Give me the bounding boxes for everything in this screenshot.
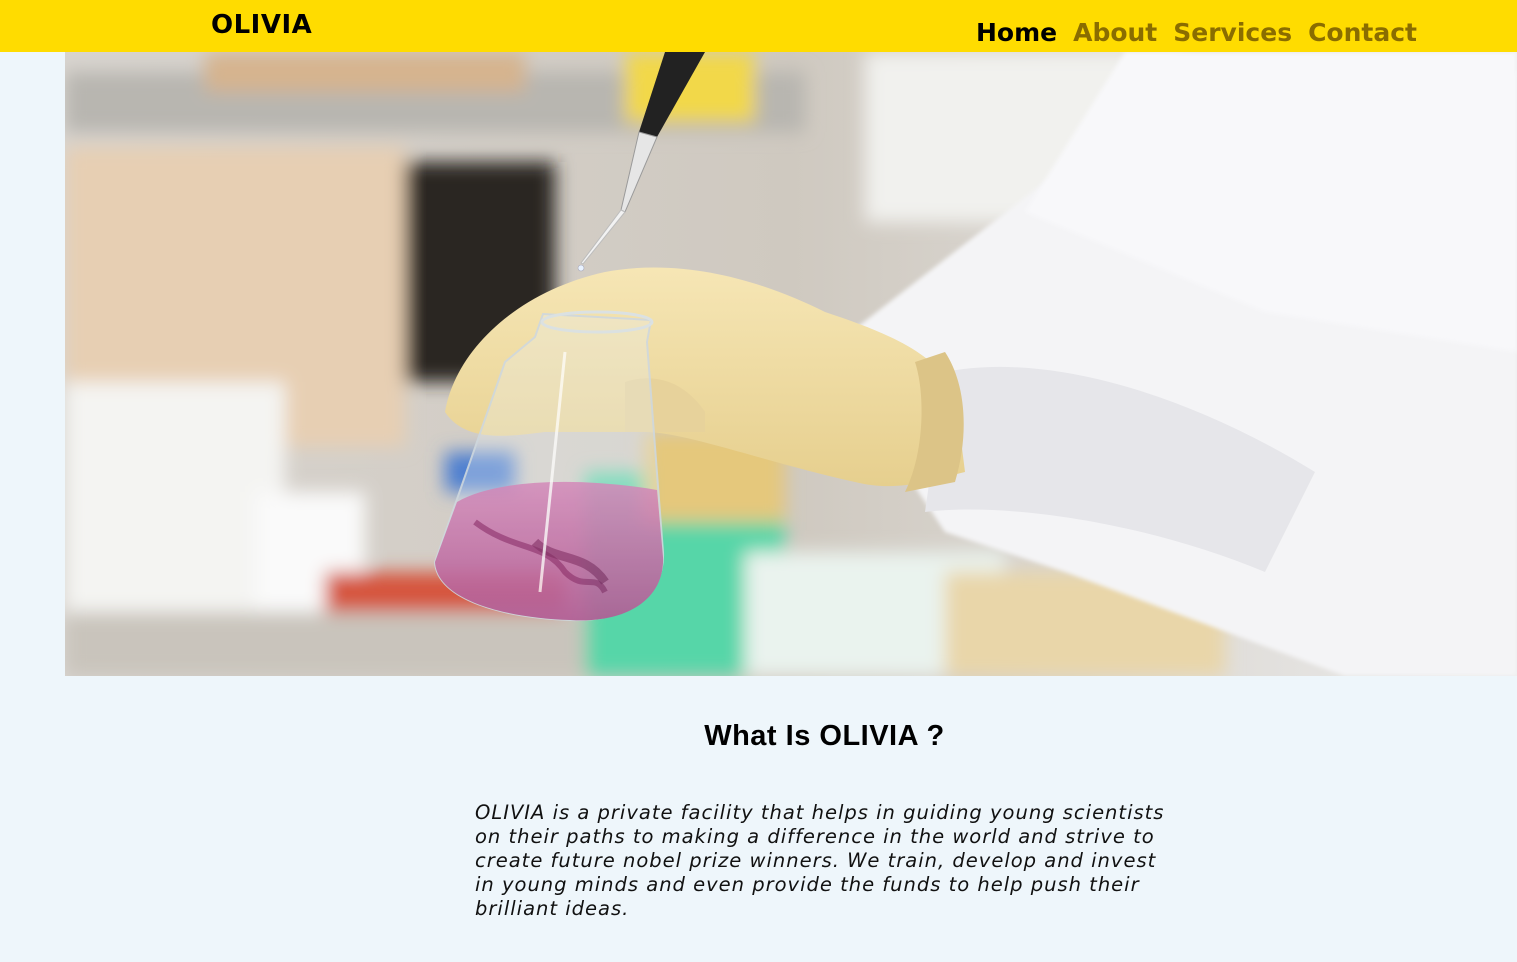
nav-link-services[interactable]: Services xyxy=(1173,18,1292,47)
nav-link-home[interactable]: Home xyxy=(976,18,1057,47)
brand-logo[interactable]: OLIVIA xyxy=(211,10,312,40)
top-navbar: OLIVIA Home About Services Contact xyxy=(0,0,1517,52)
intro-heading: What Is OLIVIA ? xyxy=(704,720,945,752)
nav-link-contact[interactable]: Contact xyxy=(1308,18,1417,47)
nav-link-about[interactable]: About xyxy=(1073,18,1157,47)
hero-image xyxy=(65,52,1517,676)
intro-body-text: OLIVIA is a private facility that helps … xyxy=(475,801,1165,920)
lab-flask-illustration xyxy=(65,52,1517,676)
main-nav: Home About Services Contact xyxy=(976,18,1417,47)
